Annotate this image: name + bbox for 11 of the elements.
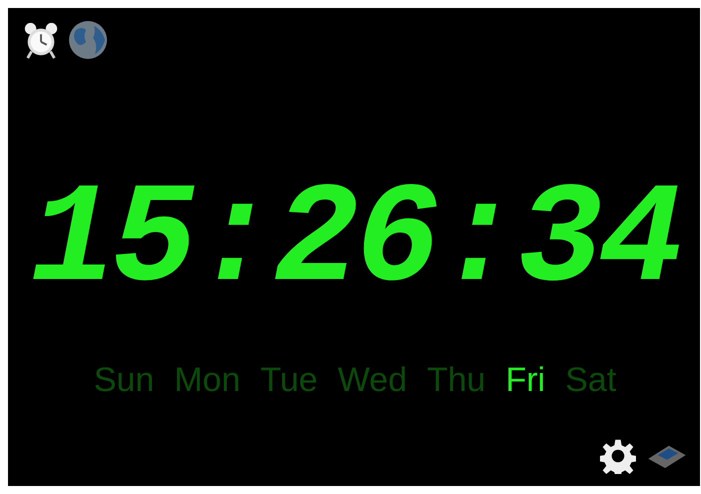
settings-icon[interactable] [600,438,636,474]
alarm-clock-icon[interactable] [22,20,60,60]
weekday-label: Sun [94,360,154,400]
weekday-label: Thu [426,360,486,400]
globe-icon[interactable] [68,20,108,60]
weekday-label: Sat [565,360,616,400]
weekday-label: Wed [338,360,407,400]
weekday-label: Mon [174,360,240,400]
weekday-label: Tue [260,360,318,400]
weekday-label: Fri [506,360,546,400]
clock-time: 15:26:34 [30,172,680,312]
